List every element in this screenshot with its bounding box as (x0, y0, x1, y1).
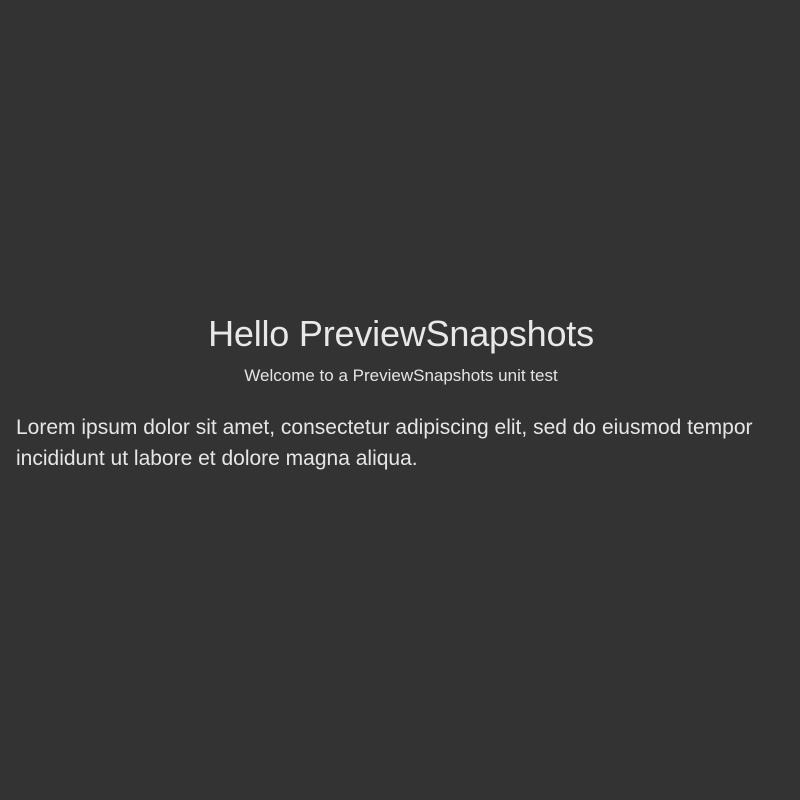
page-title: Hello PreviewSnapshots (208, 313, 594, 354)
content-stack: Hello PreviewSnapshots Welcome to a Prev… (16, 310, 786, 474)
preview-screen: Hello PreviewSnapshots Welcome to a Prev… (0, 0, 800, 800)
body-text: Lorem ipsum dolor sit amet, consectetur … (16, 416, 753, 470)
page-subtitle: Welcome to a PreviewSnapshots unit test (244, 366, 558, 385)
